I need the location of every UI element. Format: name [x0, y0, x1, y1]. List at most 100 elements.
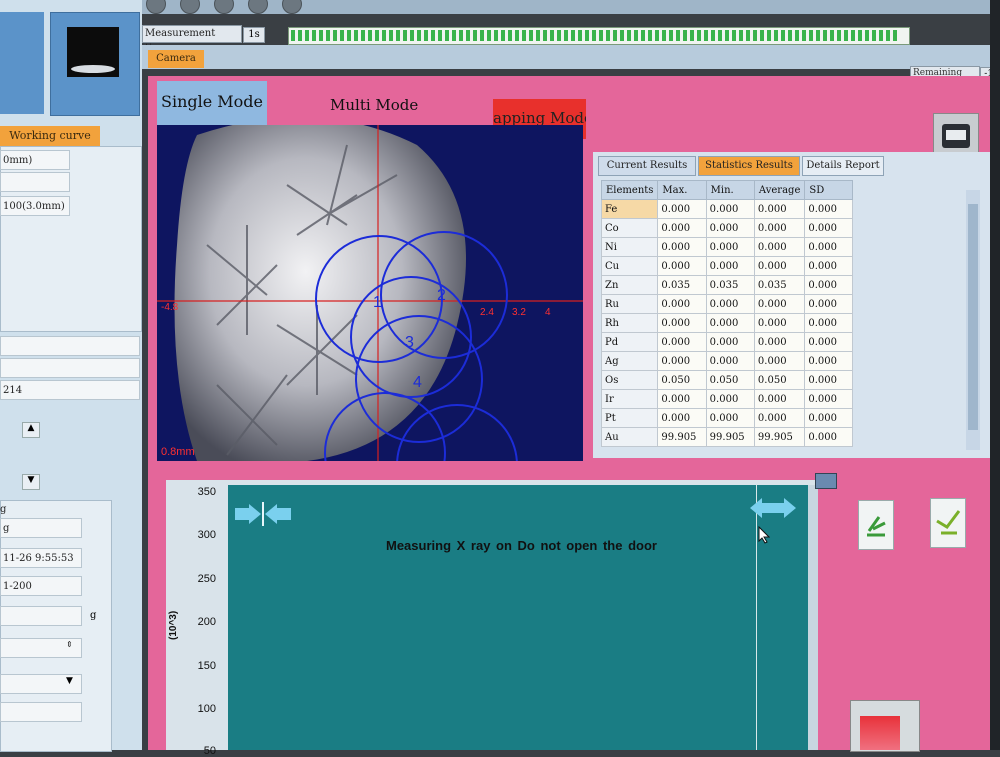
value-cell: 0.000: [753, 256, 806, 276]
stop-button[interactable]: [860, 716, 900, 750]
fit-curve-button[interactable]: [930, 498, 966, 548]
tab-statistics-results[interactable]: Statistics Results: [698, 156, 800, 176]
curve-fit-icon: [936, 510, 961, 535]
progress-segment: [725, 30, 729, 41]
progress-segment: [340, 30, 344, 41]
progress-segment: [368, 30, 372, 41]
value-cell: 0.000: [753, 237, 806, 257]
tab-working-curve[interactable]: Working curve: [0, 126, 100, 146]
progress-segment: [557, 30, 561, 41]
column-header[interactable]: Min.: [705, 180, 755, 200]
left-field-6[interactable]: 214: [0, 380, 140, 400]
table-row[interactable]: Cu 0.000 0.000 0.000 0.000: [600, 256, 853, 276]
minimize-button[interactable]: [815, 473, 837, 489]
spectrum-scrollbar[interactable]: [808, 485, 818, 750]
progress-segment: [620, 30, 624, 41]
spectrum-cursor-line[interactable]: [756, 485, 757, 750]
table-row[interactable]: Os 0.050 0.050 0.050 0.000: [600, 370, 853, 390]
left-field-5[interactable]: [0, 358, 140, 378]
value-cell: 0.000: [753, 218, 806, 238]
progress-segment: [424, 30, 428, 41]
tab-current-results[interactable]: Current Results: [598, 156, 696, 176]
progress-segment: [389, 30, 393, 41]
value-cell: 0.000: [804, 256, 853, 276]
progress-segment: [417, 30, 421, 41]
scale-label: 0.8mm: [161, 446, 195, 458]
progress-segment: [732, 30, 736, 41]
camera-view[interactable]: -4.8 2.4 3.2 4 1 2 3 4 0.8mm: [157, 125, 583, 461]
weight-field[interactable]: [0, 606, 82, 626]
progress-segment: [781, 30, 785, 41]
table-row[interactable]: Ir 0.000 0.000 0.000 0.000: [600, 389, 853, 409]
progress-segment: [487, 30, 491, 41]
progress-segment: [809, 30, 813, 41]
left-field-2[interactable]: [0, 172, 70, 192]
value-cell: 0.000: [705, 313, 755, 333]
value-cell: 0.000: [804, 275, 853, 295]
x-tick-label: 4: [545, 307, 551, 318]
toolbar-button-3[interactable]: [214, 0, 234, 14]
progress-segment: [543, 30, 547, 41]
progress-segment: [585, 30, 589, 41]
stepper-icon[interactable]: ⇕: [66, 640, 73, 649]
table-row[interactable]: Ru 0.000 0.000 0.000 0.000: [600, 294, 853, 314]
toolbar-button-1[interactable]: [146, 0, 166, 14]
single-mode-button[interactable]: Single Mode: [157, 81, 267, 125]
table-row[interactable]: Co 0.000 0.000 0.000 0.000: [600, 218, 853, 238]
toolbar-button-2[interactable]: [180, 0, 200, 14]
element-cell: Pd: [600, 332, 659, 352]
table-row[interactable]: Au 99.905 99.905 99.905 0.000: [600, 427, 853, 447]
range-field[interactable]: 1-200: [0, 576, 82, 596]
progress-segment: [319, 30, 323, 41]
scroll-down-icon[interactable]: ▼: [22, 474, 40, 490]
tab-bar: [142, 45, 1000, 69]
left-field-4[interactable]: [0, 336, 140, 356]
toolbar-button-5[interactable]: [282, 0, 302, 14]
tab-details-report[interactable]: Details Report: [802, 156, 884, 176]
spectrum-plot[interactable]: [228, 485, 808, 750]
left-field-3[interactable]: 100(3.0mm): [0, 196, 70, 216]
expand-arrows-icon[interactable]: [748, 496, 798, 520]
table-row[interactable]: Pt 0.000 0.000 0.000 0.000: [600, 408, 853, 428]
sample-thumbnail: [67, 27, 119, 77]
left-field-8[interactable]: [0, 702, 82, 722]
sample-thumbnail-frame: [50, 12, 140, 116]
value-cell: 0.000: [753, 294, 806, 314]
measurement-progress-bar: [288, 27, 910, 45]
left-field-1[interactable]: 0mm): [0, 150, 70, 170]
progress-segment: [746, 30, 750, 41]
results-scrollbar-thumb[interactable]: [968, 204, 978, 430]
multi-mode-button[interactable]: Multi Mode: [330, 96, 430, 114]
progress-segment: [795, 30, 799, 41]
progress-segment: [879, 30, 883, 41]
progress-segment: [396, 30, 400, 41]
y-tick-label: 150: [197, 660, 216, 672]
value-cell: 0.000: [804, 237, 853, 257]
table-row[interactable]: Fe 0.000 0.000 0.000 0.000: [600, 199, 853, 219]
column-header[interactable]: Average: [753, 180, 806, 200]
compress-arrows-icon[interactable]: [233, 502, 293, 526]
tab-camera[interactable]: Camera: [148, 50, 204, 68]
scroll-up-icon[interactable]: ▲: [22, 422, 40, 438]
y-axis-label: (10^3): [168, 610, 179, 640]
value-cell: 0.000: [804, 332, 853, 352]
value-cell: 0.000: [705, 408, 755, 428]
date-field[interactable]: 11-26 9:55:53: [0, 548, 82, 568]
progress-segment: [676, 30, 680, 41]
column-header[interactable]: Max.: [657, 180, 707, 200]
column-header[interactable]: SD: [804, 180, 853, 200]
left-field-7[interactable]: g: [0, 518, 82, 538]
table-row[interactable]: Ni 0.000 0.000 0.000 0.000: [600, 237, 853, 257]
table-row[interactable]: Rh 0.000 0.000 0.000 0.000: [600, 313, 853, 333]
chevron-down-icon[interactable]: ▼: [66, 676, 73, 686]
value-cell: 0.000: [657, 218, 707, 238]
value-cell: 0.050: [753, 370, 806, 390]
toolbar-button-4[interactable]: [248, 0, 268, 14]
table-row[interactable]: Ag 0.000 0.000 0.000 0.000: [600, 351, 853, 371]
edit-curve-button[interactable]: [858, 500, 894, 550]
table-row[interactable]: Pd 0.000 0.000 0.000 0.000: [600, 332, 853, 352]
progress-segment: [515, 30, 519, 41]
column-header[interactable]: Elements: [600, 180, 659, 200]
value-cell: 0.000: [804, 427, 853, 447]
table-row[interactable]: Zn 0.035 0.035 0.035 0.000: [600, 275, 853, 295]
